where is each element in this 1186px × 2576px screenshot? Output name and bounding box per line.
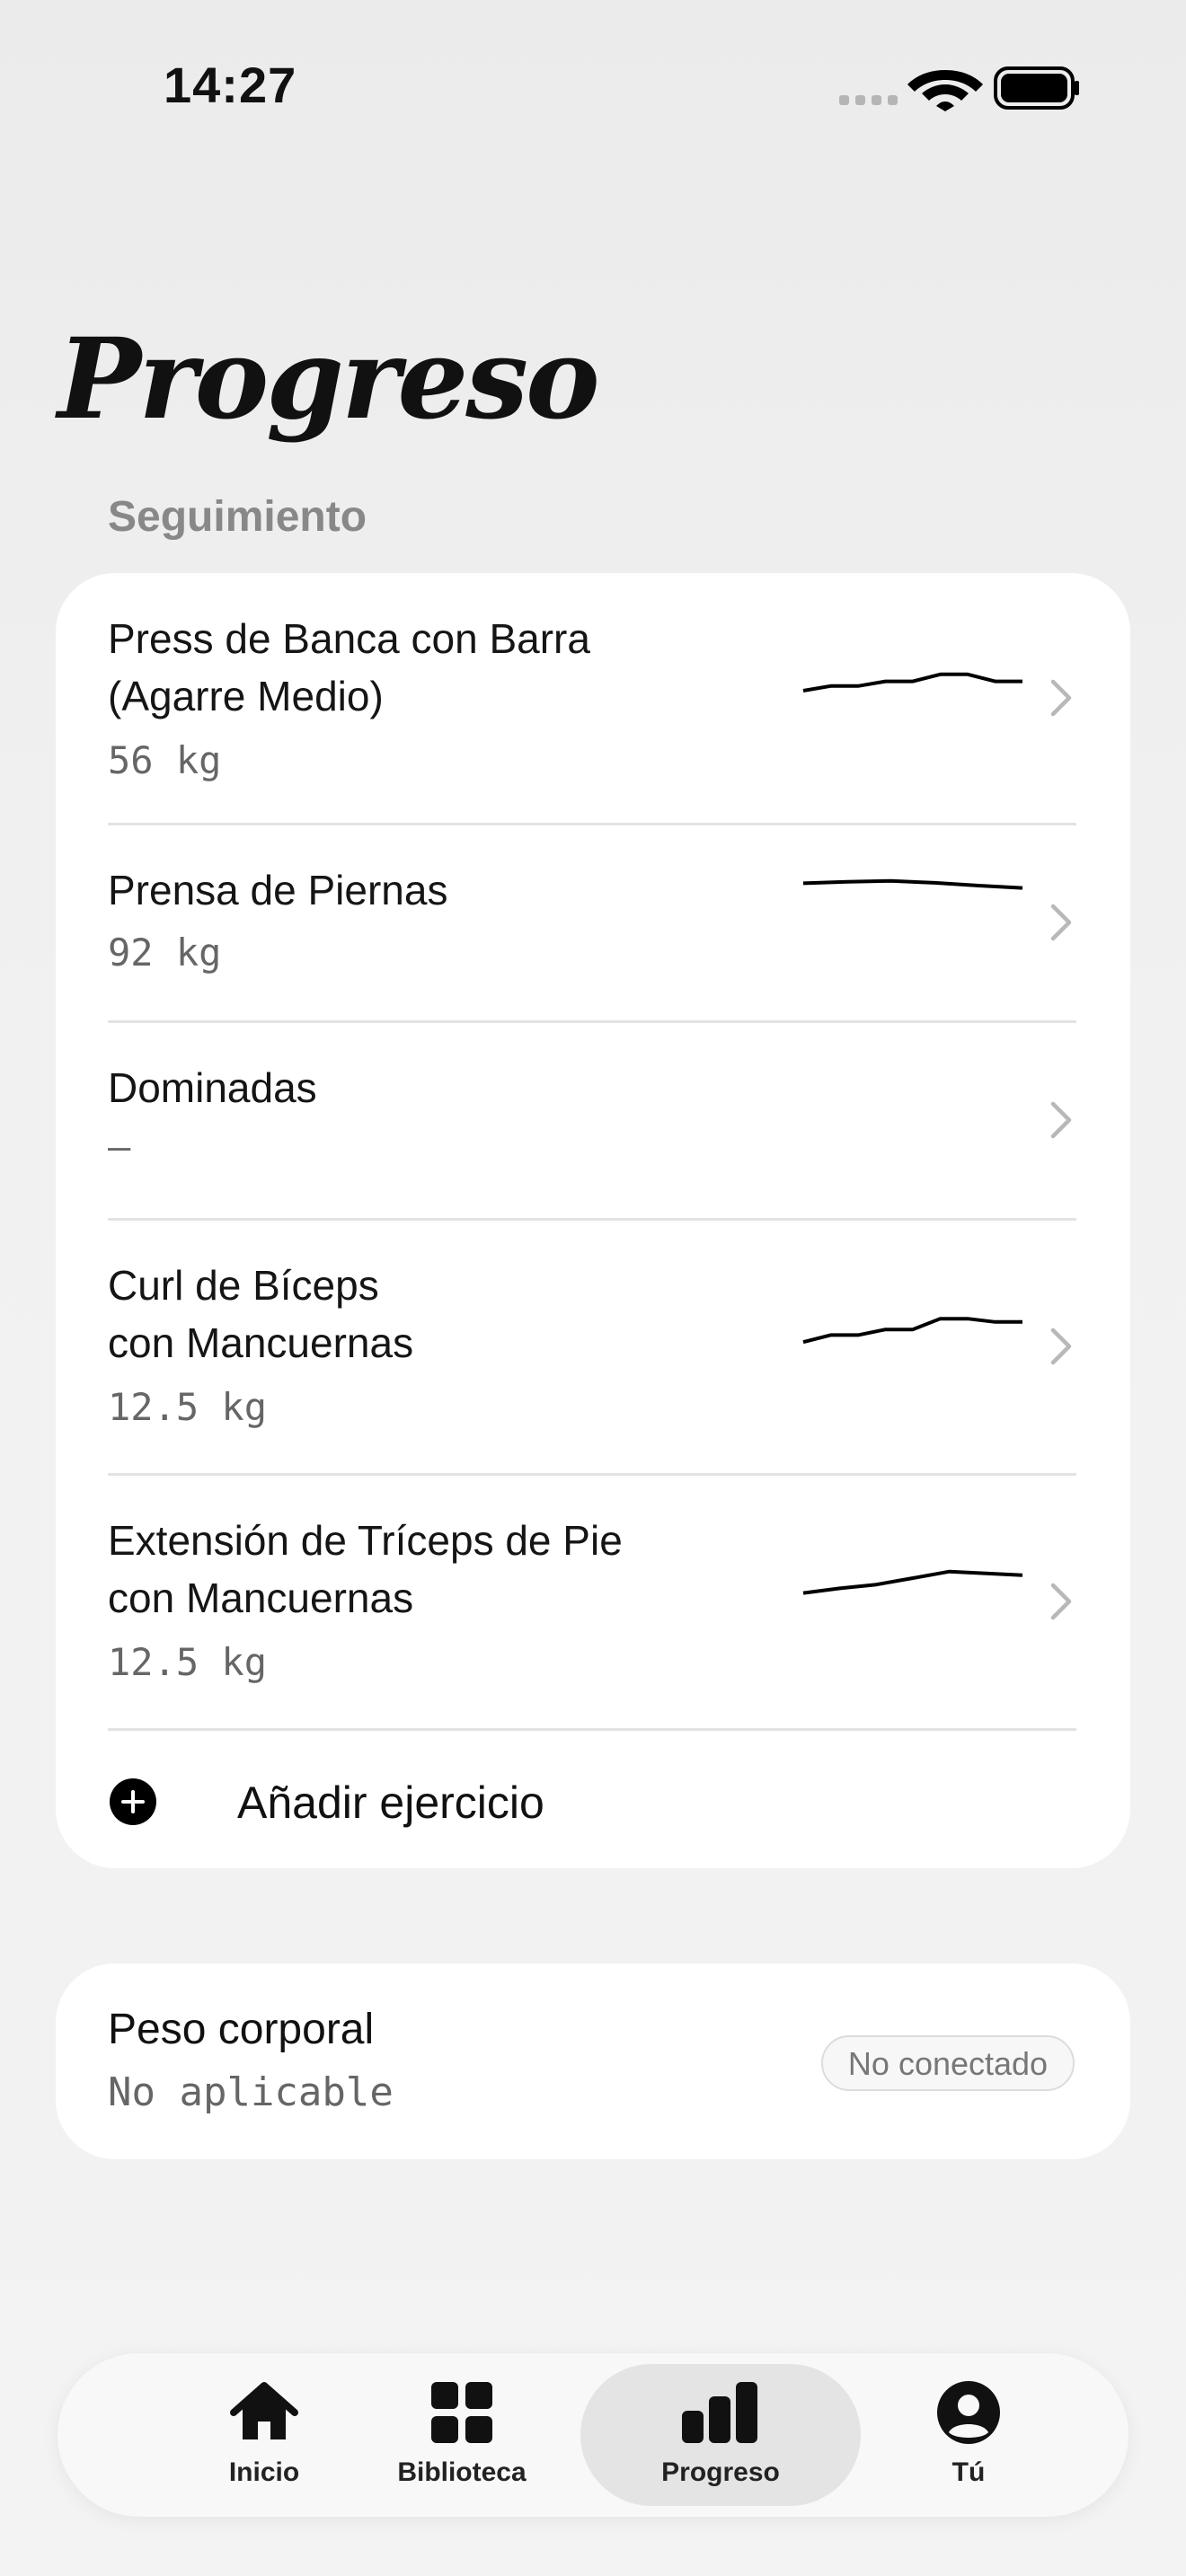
plus-circle-icon [110, 1778, 156, 1825]
body-weight-card[interactable]: Peso corporal No aplicable No conectado [56, 1963, 1130, 2159]
exercise-row-biceps-curl[interactable]: Curl de Bíceps con Mancuernas 12.5 kg [56, 1220, 1130, 1473]
user-circle-icon [937, 2381, 1000, 2444]
cellular-signal-icon [839, 95, 898, 105]
trend-sparkline [802, 1317, 1022, 1345]
tab-tu[interactable]: Tú [834, 2353, 1103, 2517]
tab-label: Tú [951, 2457, 986, 2487]
add-exercise-button[interactable]: Añadir ejercicio [108, 1768, 1078, 1839]
connection-status-badge[interactable]: No conectado [821, 2035, 1075, 2091]
exercise-value: 92 kg [108, 931, 222, 975]
exercise-value: 12.5 kg [108, 1385, 268, 1429]
tracking-card: Press de Banca con Barra (Agarre Medio) … [56, 573, 1130, 1868]
exercise-row-pull-ups[interactable]: Dominadas – [56, 1022, 1130, 1218]
exercise-name: Prensa de Piernas [108, 867, 448, 913]
exercise-name-line2: con Mancuernas [108, 1575, 414, 1621]
bar-chart-icon [682, 2382, 757, 2443]
exercise-row-leg-press[interactable]: Prensa de Piernas 92 kg [56, 825, 1130, 1020]
body-weight-title: Peso corporal [108, 2006, 375, 2053]
exercise-name-line2: con Mancuernas [108, 1319, 414, 1366]
divider [108, 1728, 1076, 1731]
home-icon [230, 2382, 298, 2439]
battery-icon [994, 66, 1079, 110]
tab-label: Progreso [661, 2457, 780, 2487]
chevron-right-icon [1050, 1101, 1072, 1139]
chevron-right-icon [1050, 1328, 1072, 1365]
status-time: 14:27 [164, 57, 297, 113]
tab-progreso[interactable]: Progreso [586, 2353, 855, 2517]
wifi-icon [907, 70, 983, 111]
tab-label: Biblioteca [397, 2457, 527, 2487]
tab-biblioteca[interactable]: Biblioteca [327, 2353, 597, 2517]
trend-sparkline [802, 878, 1023, 890]
add-exercise-label: Añadir ejercicio [237, 1778, 544, 1828]
section-label: Seguimiento [108, 493, 367, 541]
chevron-right-icon [1050, 904, 1072, 941]
exercise-name: Dominadas [108, 1064, 317, 1111]
trend-sparkline [802, 1569, 1023, 1595]
page-title: Progreso [58, 314, 600, 445]
exercise-value: 12.5 kg [108, 1640, 268, 1684]
body-weight-value: No aplicable [108, 2069, 394, 2115]
grid-icon [431, 2382, 492, 2443]
exercise-name: Press de Banca con Barra [108, 615, 590, 662]
chevron-right-icon [1050, 679, 1072, 717]
exercise-name: Extensión de Tríceps de Pie [108, 1517, 623, 1564]
exercise-value: 56 kg [108, 738, 222, 782]
tab-bar: Inicio Biblioteca Progreso Tú [58, 2353, 1128, 2517]
exercise-name-line2: (Agarre Medio) [108, 673, 384, 719]
exercise-name: Curl de Bíceps [108, 1262, 379, 1309]
status-icons [839, 66, 1079, 111]
exercise-value: – [108, 1125, 131, 1169]
chevron-right-icon [1050, 1583, 1072, 1620]
trend-sparkline [802, 672, 1022, 693]
exercise-row-bench-press[interactable]: Press de Banca con Barra (Agarre Medio) … [56, 573, 1130, 823]
exercise-row-triceps-extension[interactable]: Extensión de Tríceps de Pie con Mancuern… [56, 1475, 1130, 1728]
